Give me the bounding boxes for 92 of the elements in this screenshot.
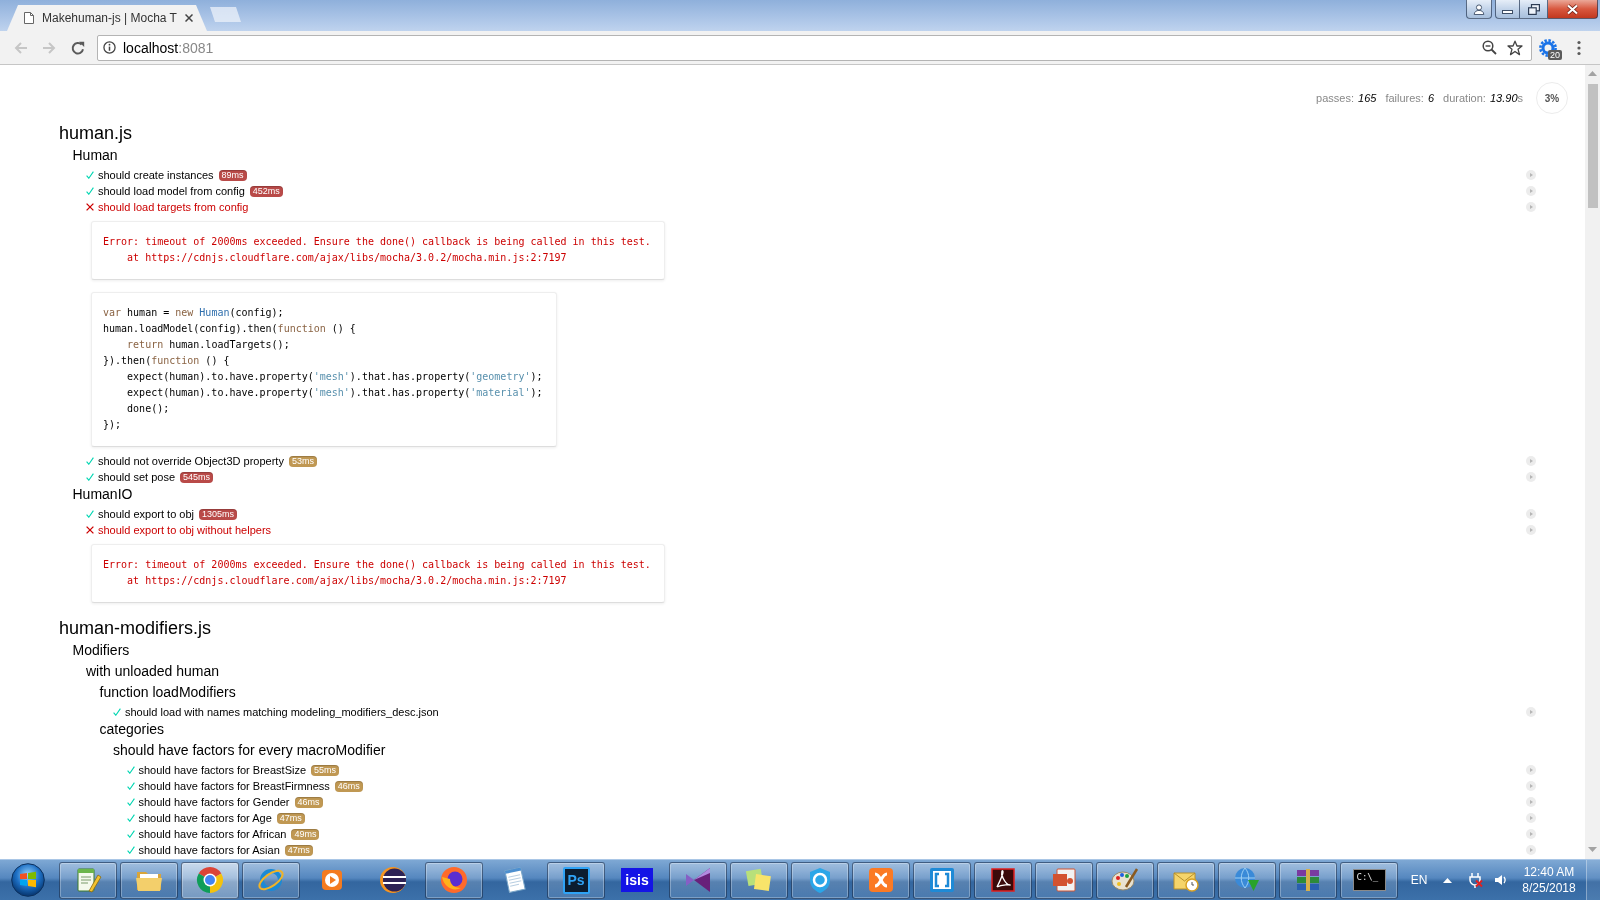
restore-button[interactable]	[1520, 0, 1548, 19]
taskbar-button[interactable]	[730, 861, 788, 899]
page-icon	[24, 12, 34, 24]
duration-badge: 89ms	[218, 169, 247, 181]
suite-heading[interactable]: categories	[99, 721, 165, 737]
duration-badge: 452ms	[249, 185, 283, 197]
taskbar-button[interactable]	[791, 861, 849, 899]
restore-icon	[1527, 3, 1540, 15]
speaker-icon[interactable]	[1493, 872, 1509, 888]
duration-badge: 53ms	[288, 455, 317, 467]
test-title[interactable]: should set pose	[98, 471, 176, 483]
bowtie-icon	[683, 865, 713, 895]
taskbar-button[interactable]	[669, 861, 727, 899]
test-title[interactable]: should have factors for Age	[138, 812, 272, 824]
close-icon[interactable]	[185, 14, 193, 22]
test-title[interactable]: should export to obj	[98, 508, 194, 520]
flame-globe-icon	[439, 865, 469, 895]
person-icon	[1473, 3, 1485, 15]
taskbar-button[interactable]	[913, 861, 971, 899]
show-desktop-button[interactable]	[1586, 860, 1600, 900]
url-text[interactable]: localhost:8081	[123, 39, 214, 56]
reload-icon[interactable]	[70, 39, 86, 56]
suite-heading[interactable]: Human	[72, 147, 118, 163]
duration-badge: 545ms	[180, 471, 214, 483]
duration-badge: 46ms	[294, 796, 323, 808]
suite-heading[interactable]: HumanIO	[72, 486, 133, 502]
error-message: Error: timeout of 2000ms exceeded. Ensure the done() callback is being called in this test. at https://cdnjs.cloudflare.com/ajax/libs/mocha/3.0.2/mocha.min.js:2:7197	[103, 235, 651, 265]
duration-badge: 55ms	[311, 764, 340, 776]
taskbar-button[interactable]	[974, 861, 1032, 899]
taskbar-button[interactable]	[1157, 861, 1215, 899]
language-indicator[interactable]: EN	[1405, 873, 1433, 887]
count-badge: 20	[1548, 49, 1562, 60]
minimize-icon	[1502, 10, 1513, 14]
taskbar-button[interactable]	[1096, 861, 1154, 899]
taskbar-button[interactable]: isis	[608, 861, 666, 899]
test-title[interactable]: should have factors for BreastFirmness	[138, 780, 330, 792]
test-title[interactable]: should load targets from config	[98, 201, 249, 213]
duration-badge: 49ms	[291, 828, 320, 840]
test-title[interactable]: should not override Object3D property	[98, 455, 284, 467]
swirl-tile-icon	[988, 865, 1018, 895]
taskbar-button[interactable]	[852, 861, 910, 899]
plug-cross-icon[interactable]	[1467, 872, 1483, 888]
address-field[interactable]: localhost:8081	[97, 34, 1532, 61]
clock-button[interactable]: 12:40 AM 8/25/2018	[1514, 864, 1584, 896]
file-heading[interactable]: human-modifiers.js	[59, 618, 212, 638]
duration-badge: 47ms	[276, 812, 305, 824]
stat-text: passes: 165	[1316, 92, 1377, 104]
taskbar-button[interactable]	[59, 861, 117, 899]
taskbar-button[interactable]: Ps	[547, 861, 605, 899]
taskbar-button[interactable]	[1035, 861, 1093, 899]
test-title[interactable]: should have factors for Asian	[138, 844, 280, 856]
code-snippet: var human = new Human(config); human.loadModel(config).then(function () { return human.loadTargets(); }).then(function () { expect(human).to.have.property('mesh').that.has.property('geometry'); expect(human).to.have.property('mesh').that.has.property('material'); done(); });	[103, 306, 543, 432]
suite-heading[interactable]: should have factors for every macroModifier	[113, 742, 386, 758]
test-title[interactable]: should load model from config	[98, 185, 245, 197]
zoom-out-icon[interactable]	[1482, 40, 1497, 55]
menu-icon[interactable]	[1577, 39, 1581, 56]
close-button[interactable]	[1548, 0, 1598, 19]
up-caret-icon[interactable]	[1443, 877, 1452, 883]
striped-circle-icon	[378, 865, 408, 895]
duration-badge: 47ms	[284, 844, 313, 856]
browser-tab[interactable]: Makehuman-js | Mocha T	[7, 5, 207, 31]
test-title[interactable]: should have factors for BreastSize	[138, 764, 307, 776]
close-icon	[1566, 3, 1579, 15]
duration-badge: 46ms	[334, 780, 363, 792]
scrollbar[interactable]	[1585, 65, 1600, 859]
app-logo: isis	[621, 868, 653, 892]
bracket-tile-icon	[927, 865, 957, 895]
taskbar-button[interactable]	[120, 861, 178, 899]
flag-logo-icon	[11, 863, 45, 897]
minimize-button[interactable]	[1495, 0, 1520, 19]
test-title[interactable]: should create instances	[98, 169, 214, 181]
test-title[interactable]: should have factors for African	[138, 828, 287, 840]
app-logo: Ps	[562, 866, 590, 894]
file-heading[interactable]: human.js	[59, 123, 133, 143]
duration-badge: 1305ms	[199, 508, 238, 520]
star-icon[interactable]	[1507, 39, 1523, 56]
segmented-circle-icon	[195, 865, 225, 895]
app-logo: C:\_	[1352, 869, 1386, 891]
test-title[interactable]: should have factors for Gender	[138, 796, 290, 808]
info-icon[interactable]	[103, 41, 116, 54]
scrollbar-thumb[interactable]	[1587, 84, 1598, 208]
error-message: Error: timeout of 2000ms exceeded. Ensure the done() callback is being called in this test. at https://cdnjs.cloudflare.com/ajax/libs/mocha/3.0.2/mocha.min.js:2:7197	[103, 558, 651, 588]
suite-heading[interactable]: function loadModifiers	[99, 684, 236, 700]
taskbar-button[interactable]: C:\_	[1340, 861, 1398, 899]
stat-text: duration: 13.90s	[1443, 92, 1523, 104]
suite-heading[interactable]: Modifiers	[72, 642, 130, 658]
stat-text: failures: 6	[1385, 92, 1435, 104]
profile-button[interactable]	[1466, 0, 1492, 19]
x-shape-tile-icon	[866, 865, 896, 895]
test-title[interactable]: should export to obj without helpers	[98, 524, 272, 536]
test-title[interactable]: should load with names matching modeling_modifiers_desc.json	[125, 706, 439, 718]
suite-heading[interactable]: with unloaded human	[86, 663, 220, 679]
